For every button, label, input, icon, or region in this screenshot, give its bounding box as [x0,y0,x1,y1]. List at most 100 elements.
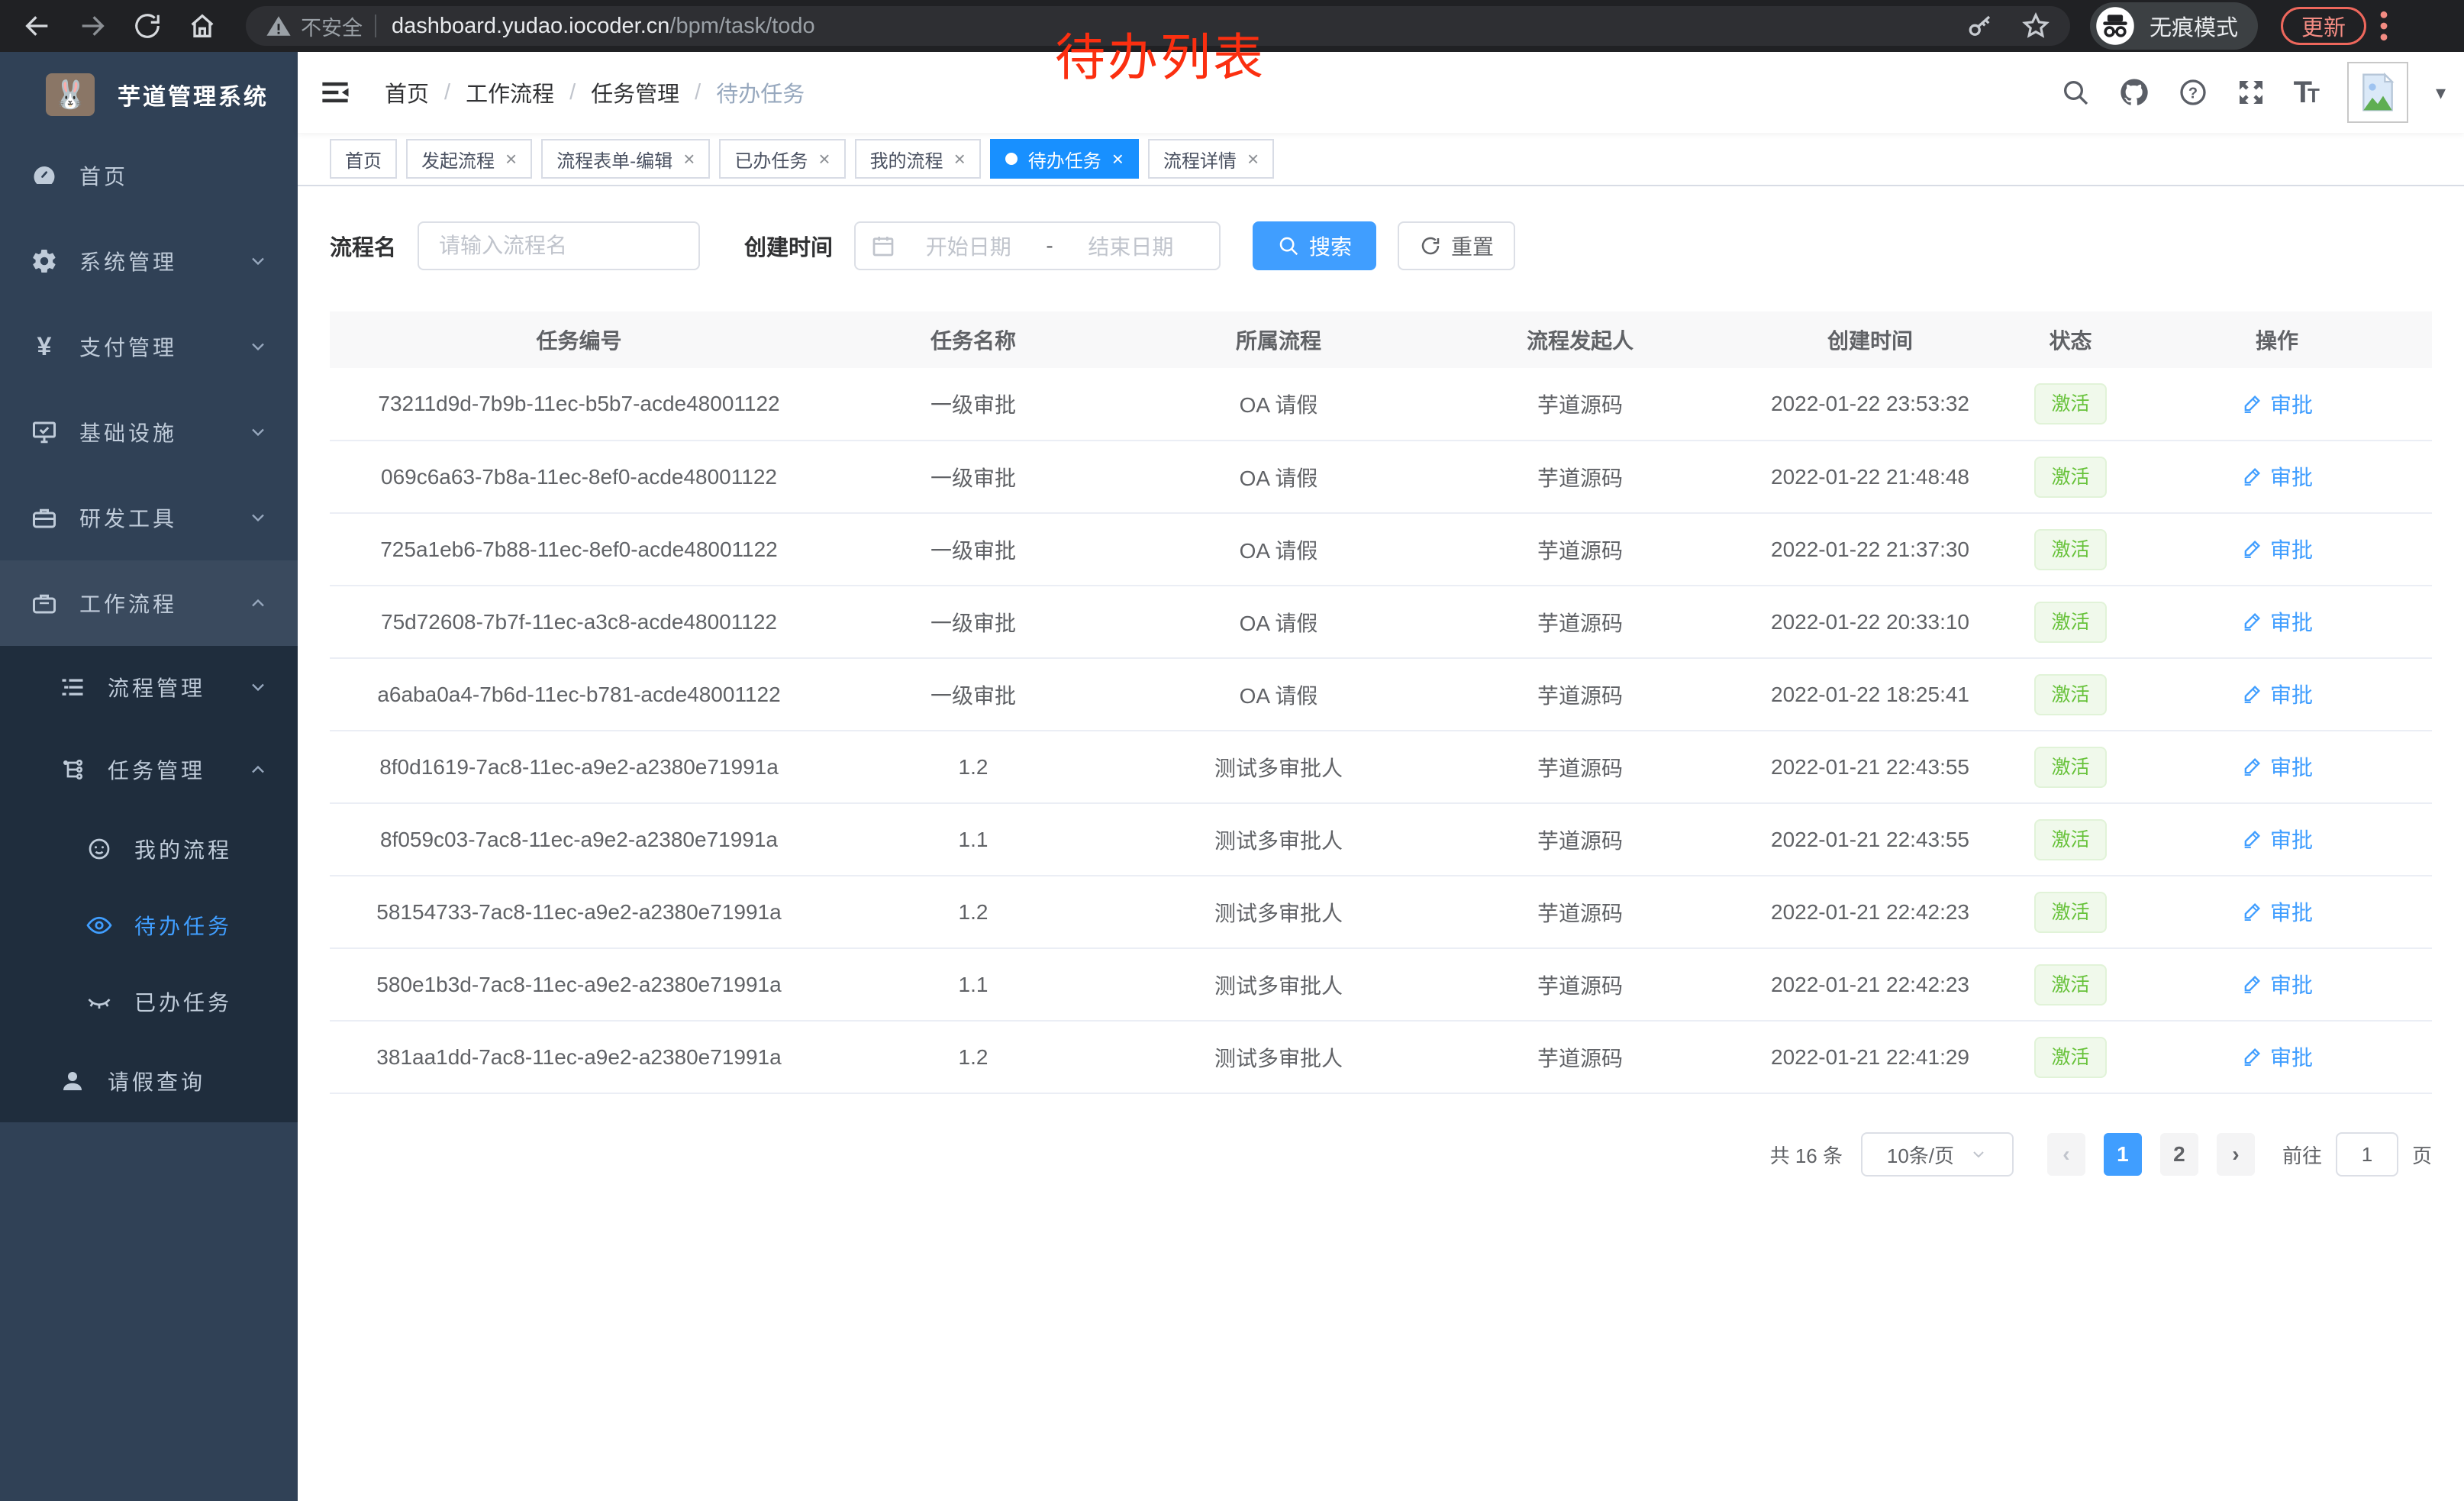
end-date-placeholder: 结束日期 [1058,231,1204,261]
close-icon[interactable]: × [954,149,966,169]
task-starter: 芋道源码 [1439,876,1721,948]
table-row: 381aa1dd-7ac8-11ec-a9e2-a2380e71991a 1.2… [330,1021,2432,1093]
sidebar-item-my-process[interactable]: 我的流程 [0,811,298,887]
annotation-text: 待办列表 [1055,17,1266,90]
app-logo-row[interactable]: 🐰 芋道管理系统 [0,52,298,137]
chevron-down-icon [247,676,269,698]
main-area: 首页 / 工作流程 / 任务管理 / 待办任务 ? TT [298,52,2464,1501]
help-icon[interactable]: ? [2178,77,2208,108]
font-size-icon[interactable]: TT [2294,76,2320,110]
tag-done-tasks[interactable]: 已办任务× [719,139,845,179]
reset-button[interactable]: 重置 [1398,221,1515,270]
fullscreen-icon[interactable] [2236,77,2266,108]
edit-icon [2241,611,2262,632]
sidebar-item-task-management[interactable]: 任务管理 [0,728,298,811]
browser-home-icon[interactable] [185,8,220,44]
sidebar-item-home[interactable]: 首页 [0,133,298,218]
browser-menu-icon[interactable] [2379,9,2389,43]
eye-closed-icon [85,988,113,1015]
status-badge: 激活 [2034,964,2106,1006]
approve-link[interactable]: 审批 [2241,969,2313,999]
task-name: 1.1 [828,948,1118,1021]
process-name-input[interactable] [418,221,700,270]
sidebar-item-leave-query[interactable]: 请假查询 [0,1040,298,1122]
briefcase-icon [31,589,58,617]
filter-form: 流程名 创建时间 开始日期 - 结束日期 搜索 重置 [330,221,2464,270]
task-starter: 芋道源码 [1439,948,1721,1021]
tag-start-process[interactable]: 发起流程× [406,139,532,179]
approve-link[interactable]: 审批 [2241,461,2313,492]
browser-forward-icon[interactable] [75,8,110,44]
approve-link[interactable]: 审批 [2241,606,2313,637]
sidebar-item-done-tasks[interactable]: 已办任务 [0,964,298,1040]
create-time-label: 创建时间 [744,230,833,262]
sidebar-item-workflow[interactable]: 工作流程 [0,560,298,646]
column-create-time: 创建时间 [1721,311,2019,368]
task-time: 2022-01-21 22:41:29 [1721,1021,2019,1093]
close-icon[interactable]: × [505,149,517,169]
sidebar-menu: 首页 系统管理 ¥ 支付管理 基础设施 研发工具 工作流程 [0,133,298,1122]
org-tree-icon [59,756,86,783]
dashboard-icon [31,162,58,189]
page-2-button[interactable]: 2 [2160,1133,2198,1176]
date-range-picker[interactable]: 开始日期 - 结束日期 [854,221,1221,270]
task-id: 381aa1dd-7ac8-11ec-a9e2-a2380e71991a [330,1021,828,1093]
url-path: /bpm/task/todo [669,14,814,39]
tag-my-process[interactable]: 我的流程× [855,139,981,179]
approve-link[interactable]: 审批 [2241,896,2313,927]
prev-page-button[interactable]: ‹ [2047,1133,2085,1176]
breadcrumb-home[interactable]: 首页 [385,76,429,108]
task-process: OA 请假 [1118,441,1439,513]
sidebar-item-payment[interactable]: ¥ 支付管理 [0,304,298,389]
github-icon[interactable] [2118,76,2150,108]
task-starter: 芋道源码 [1439,441,1721,513]
browser-back-icon[interactable] [20,8,55,44]
chevron-up-icon [247,592,269,614]
sidebar-item-process-management[interactable]: 流程管理 [0,646,298,728]
sidebar-item-system[interactable]: 系统管理 [0,218,298,304]
password-key-icon[interactable] [1966,12,1994,40]
task-time: 2022-01-22 21:48:48 [1721,441,2019,513]
face-icon [85,835,113,863]
pagination: 共 16 条 10条/页 ‹ 1 2 › 前往 页 [298,1132,2432,1177]
close-icon[interactable]: × [818,149,830,169]
task-starter: 芋道源码 [1439,586,1721,658]
search-button[interactable]: 搜索 [1253,221,1376,270]
browser-reload-icon[interactable] [130,8,165,44]
close-icon[interactable]: × [683,149,695,169]
avatar[interactable] [2347,62,2408,123]
approve-link[interactable]: 审批 [2241,1041,2313,1072]
tag-process-detail[interactable]: 流程详情× [1148,139,1274,179]
sidebar-item-infrastructure[interactable]: 基础设施 [0,389,298,475]
approve-link[interactable]: 审批 [2241,389,2313,419]
next-page-button[interactable]: › [2217,1133,2255,1176]
search-icon[interactable] [2060,77,2091,108]
breadcrumb-workflow[interactable]: 工作流程 [466,76,554,108]
breadcrumb-task-management[interactable]: 任务管理 [591,76,679,108]
task-id: 75d72608-7b7f-11ec-a3c8-acde48001122 [330,586,828,658]
page-1-button[interactable]: 1 [2104,1133,2142,1176]
approve-link[interactable]: 审批 [2241,751,2313,782]
caret-down-icon[interactable]: ▾ [2436,81,2446,105]
goto-page-input[interactable] [2336,1132,2398,1177]
bookmark-star-icon[interactable] [2021,11,2050,40]
sidebar-item-todo-tasks[interactable]: 待办任务 [0,887,298,964]
tag-form-edit[interactable]: 流程表单-编辑× [541,139,710,179]
table-header-row: 任务编号 任务名称 所属流程 流程发起人 创建时间 状态 操作 [330,311,2432,368]
task-time: 2022-01-22 23:53:32 [1721,368,2019,441]
browser-update-button[interactable]: 更新 [2281,7,2366,45]
approve-link[interactable]: 审批 [2241,679,2313,709]
close-icon[interactable]: × [1247,149,1259,169]
approve-link[interactable]: 审批 [2241,824,2313,854]
tag-todo-tasks[interactable]: 待办任务× [990,139,1139,179]
task-process: OA 请假 [1118,513,1439,586]
approve-link[interactable]: 审批 [2241,534,2313,564]
sidebar-item-devtools[interactable]: 研发工具 [0,475,298,560]
close-icon[interactable]: × [1112,149,1124,169]
page-size-select[interactable]: 10条/页 [1861,1132,2014,1177]
task-name: 一级审批 [828,368,1118,441]
sidebar-toggle-icon[interactable] [319,76,351,108]
tag-home[interactable]: 首页 [330,139,397,179]
eye-icon [85,912,113,939]
edit-icon [2241,1046,2262,1067]
